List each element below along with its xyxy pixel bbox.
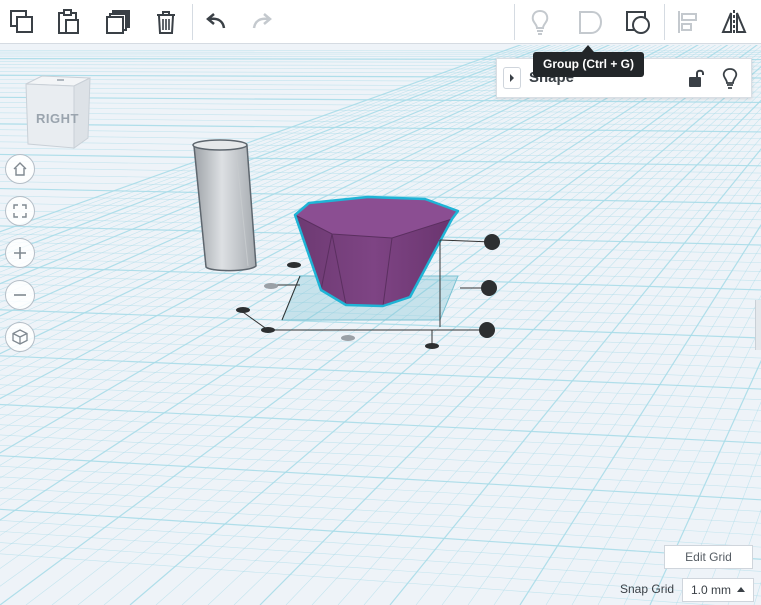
unlock-icon[interactable] — [687, 68, 705, 88]
caret-right-icon — [510, 74, 514, 82]
zoom-in-icon[interactable] — [5, 238, 35, 268]
edit-grid-button[interactable]: Edit Grid — [664, 545, 753, 569]
delete-icon[interactable] — [148, 4, 184, 40]
panel-expand-button[interactable] — [503, 67, 521, 89]
snap-grid-label: Snap Grid — [620, 582, 675, 596]
resize-handle[interactable] — [287, 262, 301, 268]
resize-handle[interactable] — [261, 327, 275, 333]
group-tooltip: Group (Ctrl + G) — [533, 52, 644, 77]
toolbar — [0, 0, 761, 44]
tooltip-arrow — [582, 45, 594, 52]
corner-handle[interactable] — [479, 322, 495, 338]
duplicate-icon[interactable] — [100, 4, 136, 40]
mirror-icon[interactable] — [716, 4, 752, 40]
resize-handle[interactable] — [264, 283, 278, 289]
home-icon[interactable] — [5, 154, 35, 184]
toolbar-divider — [664, 4, 665, 40]
fit-view-icon[interactable] — [5, 196, 35, 226]
align-icon[interactable] — [670, 4, 706, 40]
resize-handle[interactable] — [236, 307, 250, 313]
visibility-bulb-icon[interactable] — [721, 67, 739, 89]
ungroup-icon[interactable] — [620, 4, 656, 40]
height-handle[interactable] — [484, 234, 500, 250]
workplane[interactable] — [0, 45, 761, 605]
bulb-icon[interactable] — [522, 4, 558, 40]
perspective-icon[interactable] — [5, 322, 35, 352]
group-icon[interactable] — [572, 4, 608, 40]
view-cube-label: RIGHT — [36, 111, 79, 126]
resize-handle[interactable] — [425, 343, 439, 349]
toolbar-divider — [514, 4, 515, 40]
workplane-grid — [0, 45, 761, 605]
copy-icon[interactable] — [4, 4, 40, 40]
side-scroll-handle[interactable] — [755, 300, 761, 350]
zoom-out-icon[interactable] — [5, 280, 35, 310]
depth-handle[interactable] — [481, 280, 497, 296]
resize-handle[interactable] — [341, 335, 355, 341]
toolbar-divider — [192, 4, 193, 40]
caret-up-icon — [737, 587, 745, 592]
undo-icon[interactable] — [198, 4, 234, 40]
redo-icon[interactable] — [244, 4, 280, 40]
paste-icon[interactable] — [50, 4, 86, 40]
